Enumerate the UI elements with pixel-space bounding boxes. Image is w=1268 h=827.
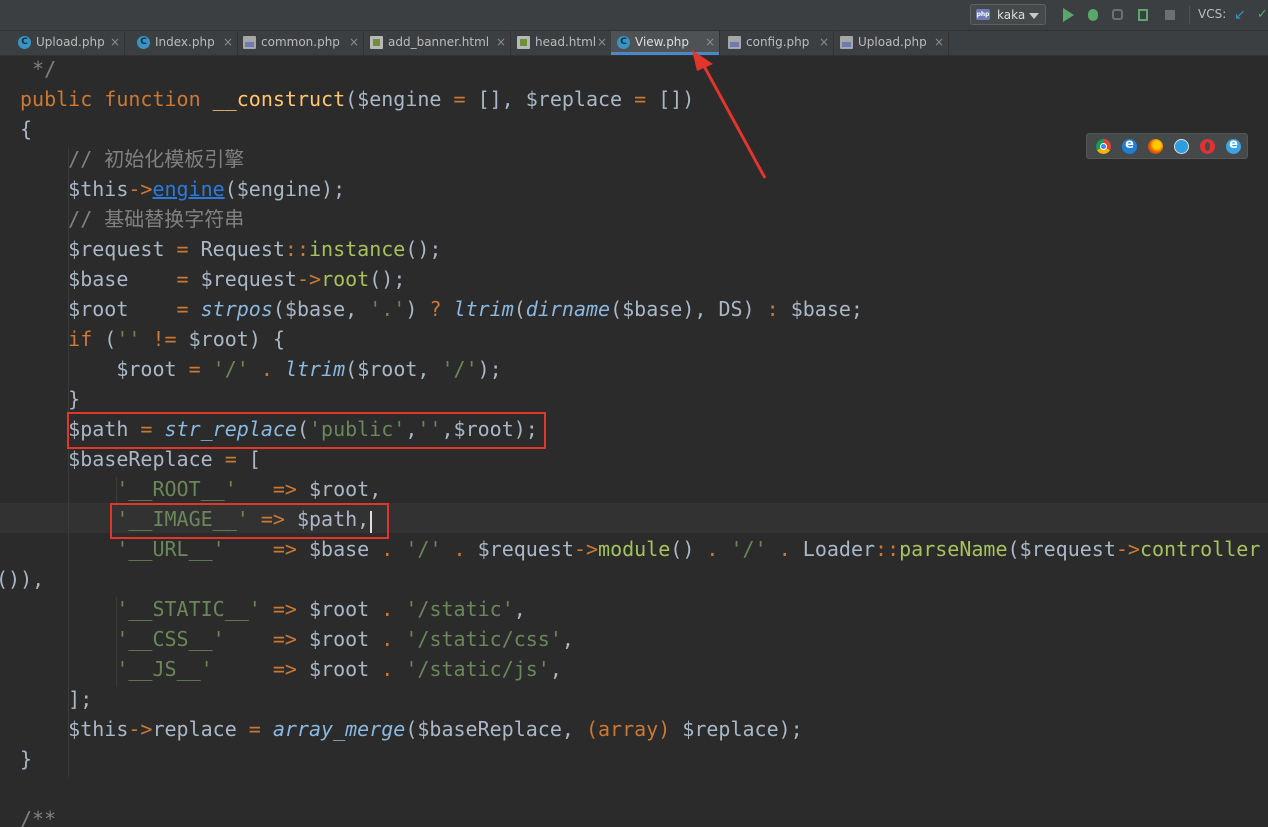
annotation-arrow	[692, 50, 767, 179]
